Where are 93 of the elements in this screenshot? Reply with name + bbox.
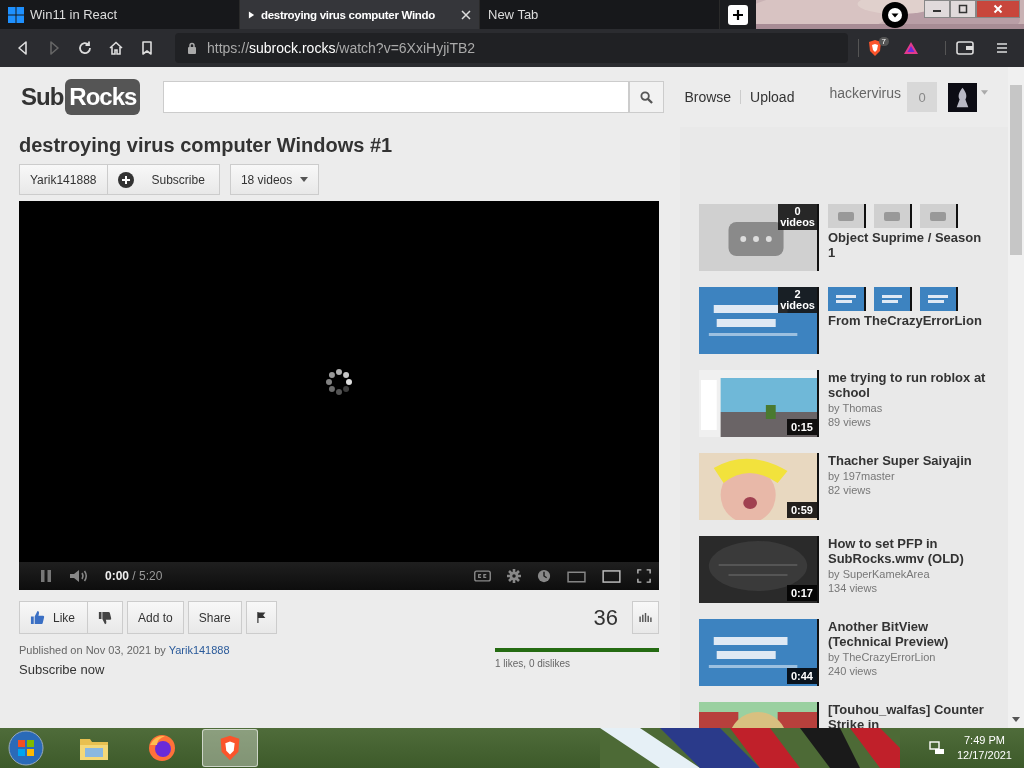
- url-text: https://subrock.rocks/watch?v=6XxiHyjiTB2: [207, 40, 476, 56]
- browser-tab[interactable]: New Tab: [480, 0, 720, 29]
- like-button[interactable]: Like: [19, 601, 88, 634]
- volume-icon[interactable]: [69, 569, 89, 583]
- close-icon: [993, 4, 1003, 14]
- small-player-icon[interactable]: [567, 569, 586, 583]
- triangle-icon[interactable]: [903, 41, 919, 55]
- bookmark-icon[interactable]: [139, 40, 155, 56]
- scroll-thumb[interactable]: [1010, 85, 1022, 255]
- lock-icon: [187, 42, 197, 54]
- loading-spinner: [324, 366, 354, 397]
- fox-icon: [147, 733, 177, 763]
- scrollbar[interactable]: [1008, 67, 1024, 728]
- flag-icon: [256, 612, 266, 623]
- plus-icon: [732, 9, 744, 21]
- fullscreen-icon[interactable]: [637, 569, 651, 583]
- video-link[interactable]: Object Suprime / Season 1: [828, 230, 988, 260]
- video-title: destroying virus computer Windows #1: [19, 134, 394, 157]
- uploader-name: by 197master: [828, 470, 896, 482]
- subscribe-link[interactable]: Subscribe now: [19, 662, 495, 677]
- clock-time: 7:49 PM: [964, 733, 1005, 748]
- videos-dropdown[interactable]: 18 videos: [229, 164, 320, 195]
- pause-icon[interactable]: [39, 569, 53, 583]
- video-link[interactable]: From TheCrazyErrorLion: [828, 313, 988, 328]
- caret-icon: [300, 177, 309, 182]
- search-icon: [640, 90, 654, 104]
- view-count: 89 views: [828, 416, 872, 428]
- reload-icon[interactable]: [77, 40, 93, 56]
- minimize-button[interactable]: [924, 0, 950, 18]
- dislike-button[interactable]: [88, 601, 123, 634]
- view-count: 36: [593, 604, 618, 631]
- stats-button[interactable]: [632, 601, 659, 634]
- view-count: 82 views: [828, 484, 872, 496]
- scroll-down-icon[interactable]: [1012, 717, 1020, 722]
- close-button[interactable]: [976, 0, 1020, 18]
- thumbs-down-icon: [98, 610, 112, 625]
- video-link[interactable]: Thacher Super Saiyajin: [828, 453, 988, 468]
- uploader-name: by TheCrazyErrorLion: [828, 651, 937, 663]
- flag-button[interactable]: [245, 601, 277, 634]
- captions-icon[interactable]: [474, 570, 491, 582]
- bar-chart-icon: [639, 613, 652, 622]
- share-button[interactable]: Share: [187, 601, 242, 634]
- home-icon[interactable]: [108, 40, 124, 56]
- uploader-name: by SuperKamekArea: [828, 568, 931, 580]
- windows-icon: [8, 6, 24, 23]
- shield-count: 7: [878, 37, 889, 46]
- duration-label: 0:44: [786, 668, 817, 684]
- play-icon: [248, 10, 255, 19]
- add-to-button[interactable]: Add to: [127, 601, 184, 634]
- view-count: 240 views: [828, 665, 878, 677]
- uploader-name: by Thomas: [828, 402, 884, 414]
- plus-icon: [117, 171, 134, 188]
- nav-link[interactable]: Upload: [750, 89, 795, 105]
- download-icon[interactable]: [882, 1, 908, 28]
- channel-button[interactable]: Yarik141888: [19, 164, 108, 195]
- clock-icon[interactable]: [537, 569, 551, 583]
- likes-text: 1 likes, 0 dislikes: [495, 658, 572, 669]
- video-link[interactable]: How to set PFP in SubRocks.wmv (OLD): [828, 536, 988, 566]
- video-link[interactable]: me trying to run roblox at school: [828, 370, 988, 400]
- new-tab-button[interactable]: [728, 5, 748, 25]
- search-button[interactable]: [629, 81, 665, 113]
- large-player-icon[interactable]: [602, 569, 621, 583]
- maximize-icon: [958, 4, 968, 14]
- browser-tab[interactable]: Win11 in React: [0, 0, 240, 29]
- thumbs-up-icon: [30, 610, 45, 625]
- view-count: 134 views: [828, 582, 878, 594]
- duration-label: 0:15: [786, 419, 817, 435]
- duration-label: 0:17: [786, 585, 817, 601]
- username-link[interactable]: hackervirus: [829, 85, 901, 101]
- author-link[interactable]: Yarik141888: [168, 644, 230, 656]
- avatar-icon[interactable]: [948, 82, 977, 112]
- video-count: 2 videos: [778, 287, 817, 313]
- video-link[interactable]: Another BitView (Technical Preview): [828, 619, 988, 649]
- subscribe-button[interactable]: Subscribe: [107, 164, 220, 195]
- duration-label: 0:59: [786, 502, 817, 518]
- clock-date: 12/17/2021: [956, 748, 1012, 763]
- nav-link[interactable]: Browse: [684, 89, 732, 105]
- publish-info: Published on Nov 03, 2021 by Yarik141888: [19, 644, 231, 656]
- wallet-icon[interactable]: [945, 41, 974, 55]
- menu-icon[interactable]: [996, 42, 1008, 54]
- browser-tab[interactable]: destroying virus computer Windo: [240, 0, 480, 29]
- video-count: 0 videos: [778, 204, 817, 230]
- clock[interactable]: 7:49 PM 12/17/2021: [956, 733, 1012, 763]
- video-player[interactable]: 0:00 / 5:20: [19, 201, 659, 590]
- maximize-button[interactable]: [950, 0, 976, 18]
- settings-icon[interactable]: [507, 569, 521, 583]
- search-field[interactable]: [163, 81, 630, 113]
- lion-app[interactable]: [202, 729, 258, 767]
- network-icon[interactable]: [928, 740, 945, 756]
- start-button[interactable]: [8, 730, 44, 766]
- close-icon[interactable]: [461, 9, 471, 20]
- time-display: 0:00 / 5:20: [105, 569, 163, 583]
- address-bar[interactable]: https://subrock.rocks/watch?v=6XxiHyjiTB2: [175, 33, 848, 63]
